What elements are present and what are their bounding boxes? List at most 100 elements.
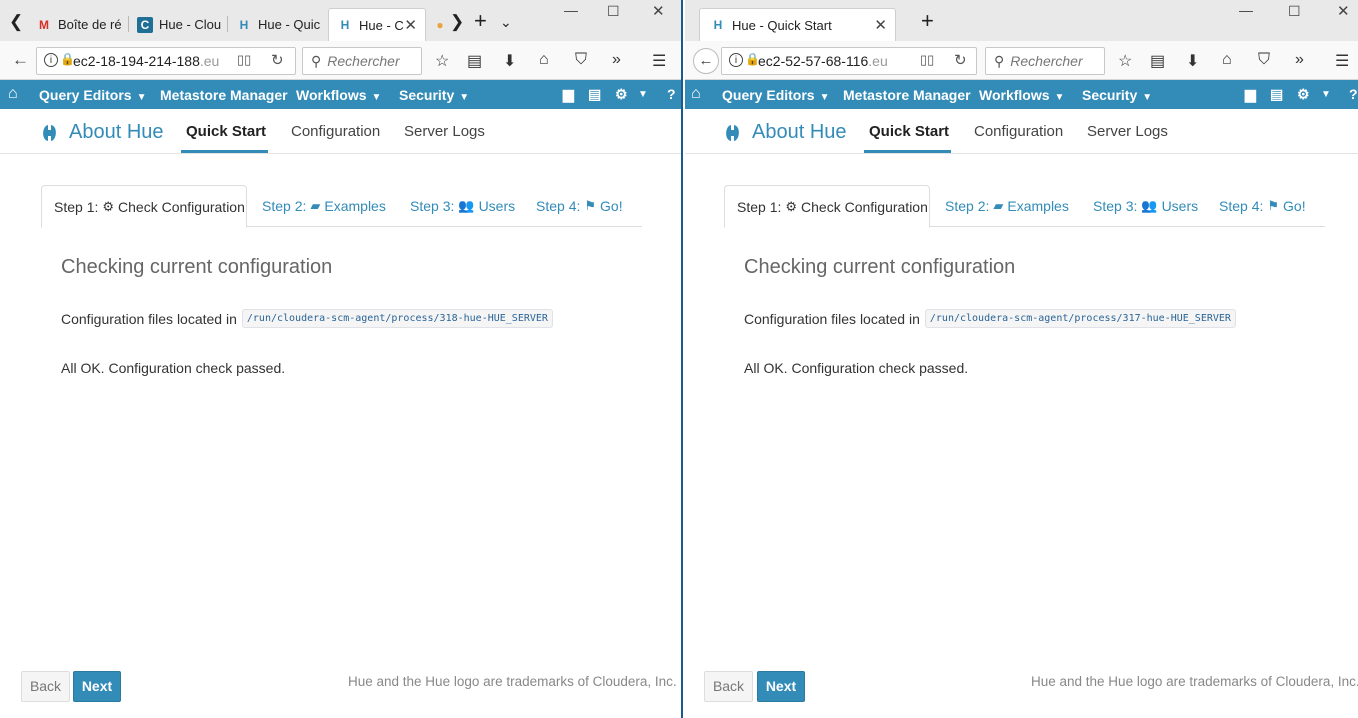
library-icon[interactable]: ▤ <box>1150 51 1165 71</box>
reader-view-icon[interactable]: ▯▯ <box>237 52 251 68</box>
menu-label: Security <box>1082 87 1138 103</box>
chevron-down-icon: ▼ <box>459 92 470 103</box>
menu-icon[interactable]: ☰ <box>652 51 666 71</box>
pocket-icon[interactable]: ⛉ <box>575 51 587 69</box>
back-icon[interactable]: ← <box>12 50 29 70</box>
download-icon[interactable]: ⬇ <box>503 51 516 71</box>
hue-logo-icon <box>43 124 56 141</box>
step-4-tab[interactable]: Step 4: ⚑ Go! <box>536 185 623 227</box>
nav-bar: ← i 🔒 ec2-18-194-214-188.eu ▯▯ ↻ ⚲ Reche… <box>0 41 681 80</box>
menu-security[interactable]: Security ▼ <box>399 87 469 103</box>
tab-title: Boîte de ré <box>58 17 122 32</box>
step-prefix: Step 4: <box>1219 198 1264 214</box>
help-icon[interactable]: ? <box>667 86 676 102</box>
menu-label: Security <box>399 87 455 103</box>
back-icon[interactable]: ← <box>693 48 719 74</box>
step-3-tab[interactable]: Step 3: 👥 Users <box>410 185 515 227</box>
menu-query-editors[interactable]: Query Editors ▼ <box>722 87 830 103</box>
menu-metastore-manager[interactable]: Metastore Manager <box>160 87 288 103</box>
maximize-icon[interactable]: ☐ <box>1288 3 1301 20</box>
step-1-tab[interactable]: Step 1: ⚙ Check Configuration <box>724 185 930 228</box>
file-icon[interactable]: ▆ <box>1245 86 1256 103</box>
tab-quick-start[interactable]: Quick Start <box>186 123 266 140</box>
url-bar[interactable]: i 🔒 ec2-52-57-68-116.eu ▯▯ ↻ <box>721 47 977 75</box>
menu-metastore-manager[interactable]: Metastore Manager <box>843 87 971 103</box>
flag-icon: ⚑ <box>1267 198 1280 213</box>
cogs-icon[interactable]: ⚙ <box>615 86 628 103</box>
tabs-scroll-right-icon[interactable]: ❯ <box>450 12 464 32</box>
chevron-down-icon[interactable]: ▼ <box>638 89 648 100</box>
list-tabs-icon[interactable]: ⌄ <box>500 14 512 31</box>
file-icon[interactable]: ▆ <box>563 86 574 103</box>
close-window-icon[interactable]: ✕ <box>652 2 665 20</box>
info-icon[interactable]: i <box>729 53 743 67</box>
step-2-tab[interactable]: Step 2: ▰ Examples <box>262 185 386 227</box>
tab-hue-quickstart[interactable]: H Hue - Quick Start ✕ <box>699 8 896 41</box>
gmail-icon: M <box>39 17 49 32</box>
hue-logo[interactable]: About Hue <box>723 121 847 144</box>
home-icon[interactable]: ⌂ <box>8 85 18 103</box>
reader-view-icon[interactable]: ▯▯ <box>920 52 934 68</box>
footer-trademark: Hue and the Hue logo are trademarks of C… <box>1031 674 1358 689</box>
jobs-icon[interactable]: ▤ <box>1270 86 1283 103</box>
home-icon[interactable]: ⌂ <box>539 51 549 69</box>
library-icon[interactable]: ▤ <box>467 51 482 71</box>
home-icon[interactable]: ⌂ <box>1222 51 1232 69</box>
nav-bar: ← i 🔒 ec2-52-57-68-116.eu ▯▯ ↻ ⚲ Recherc… <box>685 41 1358 80</box>
menu-workflows[interactable]: Workflows ▼ <box>296 87 381 103</box>
tab-configuration[interactable]: Configuration <box>291 123 380 140</box>
new-tab-icon[interactable]: + <box>921 8 934 34</box>
tab-quick-start[interactable]: Quick Start <box>869 123 949 140</box>
close-tab-icon[interactable]: ✕ <box>404 16 417 34</box>
bookmark-star-icon[interactable]: ☆ <box>435 51 449 71</box>
bookmark-star-icon[interactable]: ☆ <box>1118 51 1132 71</box>
search-box[interactable]: ⚲ Rechercher <box>302 47 422 75</box>
close-window-icon[interactable]: ✕ <box>1337 2 1350 20</box>
tab-configuration[interactable]: Configuration <box>974 123 1063 140</box>
next-button[interactable]: Next <box>757 671 805 702</box>
help-icon[interactable]: ? <box>1349 86 1358 102</box>
pocket-icon[interactable]: ⛉ <box>1258 51 1270 69</box>
back-button[interactable]: Back <box>21 671 70 702</box>
reload-icon[interactable]: ↻ <box>954 51 967 69</box>
tab-partial[interactable]: ● <box>428 8 446 41</box>
tab-hue-active[interactable]: H Hue - C ✕ <box>328 8 426 41</box>
maximize-icon[interactable]: ☐ <box>607 3 620 20</box>
menu-security[interactable]: Security ▼ <box>1082 87 1152 103</box>
minimize-icon[interactable]: — <box>564 2 578 18</box>
next-button[interactable]: Next <box>73 671 121 702</box>
back-button[interactable]: Back <box>704 671 753 702</box>
step-4-tab[interactable]: Step 4: ⚑ Go! <box>1219 185 1306 227</box>
tab-server-logs[interactable]: Server Logs <box>1087 123 1168 140</box>
jobs-icon[interactable]: ▤ <box>588 86 601 103</box>
url-bar[interactable]: i 🔒 ec2-18-194-214-188.eu ▯▯ ↻ <box>36 47 296 75</box>
hue-logo[interactable]: About Hue <box>40 121 164 144</box>
menu-icon[interactable]: ☰ <box>1335 51 1349 71</box>
overflow-icon[interactable]: » <box>612 51 621 69</box>
cogs-icon[interactable]: ⚙ <box>1297 86 1310 103</box>
menu-query-editors[interactable]: Query Editors ▼ <box>39 87 147 103</box>
overflow-icon[interactable]: » <box>1295 51 1304 69</box>
tab-server-logs[interactable]: Server Logs <box>404 123 485 140</box>
step-1-tab[interactable]: Step 1: ⚙ Check Configuration <box>41 185 247 228</box>
minimize-icon[interactable]: — <box>1239 2 1253 18</box>
new-tab-icon[interactable]: + <box>474 8 487 34</box>
step-2-tab[interactable]: Step 2: ▰ Examples <box>945 185 1069 227</box>
tab-cloudera[interactable]: C Hue - Clou <box>129 8 227 41</box>
tab-gmail[interactable]: M Boîte de ré <box>28 8 128 41</box>
search-box[interactable]: ⚲ Rechercher <box>985 47 1105 75</box>
reload-icon[interactable]: ↻ <box>271 51 284 69</box>
menu-label: Query Editors <box>39 87 132 103</box>
tab-hue-quickstart[interactable]: H Hue - Quic <box>228 8 326 41</box>
step-3-tab[interactable]: Step 3: 👥 Users <box>1093 185 1198 227</box>
chevron-down-icon[interactable]: ▼ <box>1321 89 1331 100</box>
url-host-fade: .eu <box>868 53 888 69</box>
info-icon[interactable]: i <box>44 53 58 67</box>
home-icon[interactable]: ⌂ <box>691 85 701 103</box>
close-tab-icon[interactable]: ✕ <box>874 16 887 34</box>
menu-workflows[interactable]: Workflows ▼ <box>979 87 1064 103</box>
download-icon[interactable]: ⬇ <box>1186 51 1199 71</box>
step-prefix: Step 1: <box>737 198 782 215</box>
tabs-scroll-left-icon[interactable]: ❮ <box>9 12 23 32</box>
book-icon: ▰ <box>993 198 1004 213</box>
